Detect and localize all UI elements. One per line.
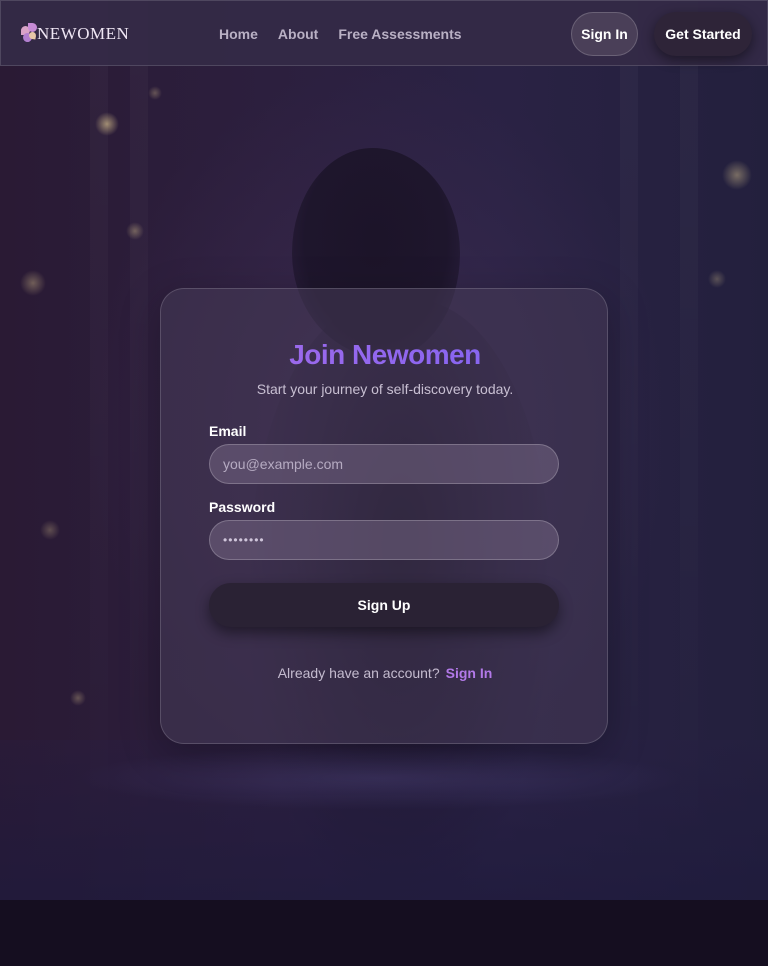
bokeh-light bbox=[708, 270, 726, 288]
page-footer bbox=[0, 900, 768, 966]
nav-sign-in-button[interactable]: Sign In bbox=[571, 12, 638, 56]
bokeh-light bbox=[722, 160, 752, 190]
password-label: Password bbox=[209, 499, 276, 515]
nav-link-home[interactable]: Home bbox=[219, 25, 258, 43]
get-started-button[interactable]: Get Started bbox=[654, 12, 752, 56]
signup-subtitle: Start your journey of self-discovery tod… bbox=[256, 381, 514, 397]
primary-nav: Home About Free Assessments bbox=[219, 25, 482, 43]
signin-prompt-row: Already have an account? Sign In bbox=[161, 665, 609, 681]
card-sign-in-link[interactable]: Sign In bbox=[446, 665, 493, 681]
nav-link-free-assessments[interactable]: Free Assessments bbox=[338, 25, 461, 43]
nav-link-about[interactable]: About bbox=[278, 25, 318, 43]
brand-logo[interactable]: NEWOMEN bbox=[19, 21, 129, 47]
bokeh-light bbox=[95, 112, 119, 136]
bokeh-light bbox=[70, 690, 86, 706]
top-navbar: NEWOMEN Home About Free Assessments Sign… bbox=[0, 0, 768, 66]
password-masked-value: •••••••• bbox=[223, 533, 265, 547]
bokeh-light bbox=[126, 222, 144, 240]
reflective-floor bbox=[0, 740, 768, 900]
bokeh-light bbox=[148, 86, 162, 100]
signup-card: Join Newomen Start your journey of self-… bbox=[160, 288, 608, 744]
flower-logo-icon bbox=[19, 22, 39, 46]
bokeh-light bbox=[40, 520, 60, 540]
password-field[interactable]: •••••••• bbox=[209, 520, 559, 560]
sign-up-button[interactable]: Sign Up bbox=[209, 583, 559, 627]
brand-logo-text: NEWOMEN bbox=[37, 24, 130, 43]
bokeh-light bbox=[20, 270, 46, 296]
email-field-container bbox=[209, 444, 559, 484]
signup-title: Join Newomen bbox=[161, 339, 609, 371]
signin-prompt-text: Already have an account? bbox=[277, 665, 440, 681]
email-field[interactable] bbox=[223, 456, 543, 472]
email-label: Email bbox=[209, 423, 247, 439]
